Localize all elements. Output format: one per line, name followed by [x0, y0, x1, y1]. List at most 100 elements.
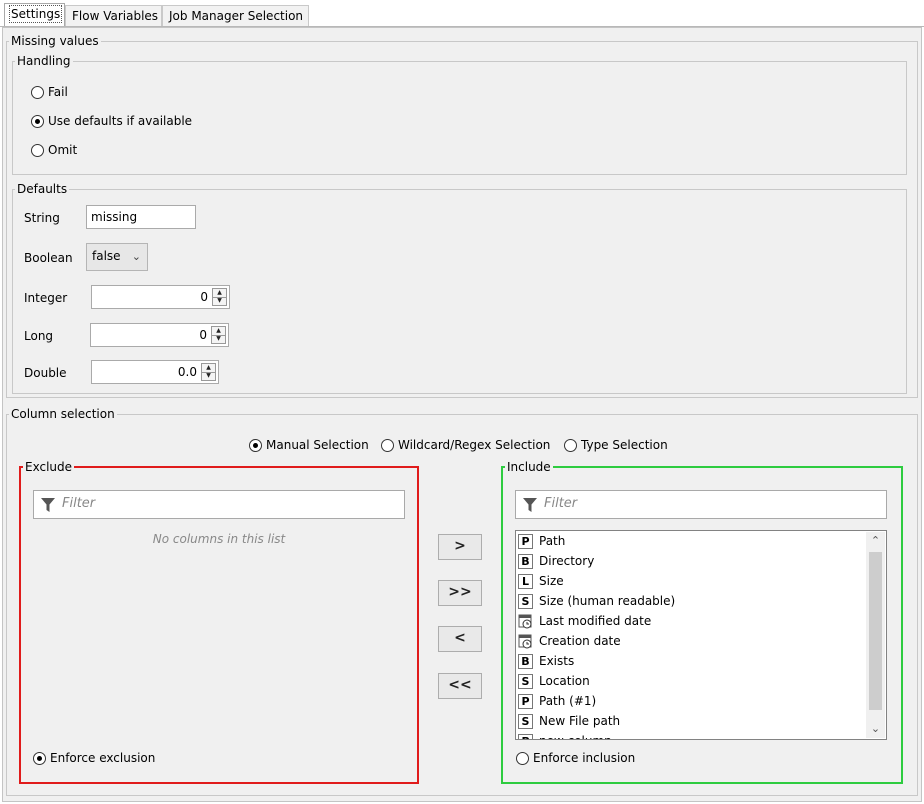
integer-default-spinner[interactable]: 0 ▲ ▼ — [91, 285, 230, 309]
add-all-button-label: >> — [448, 584, 472, 600]
column-name: Size — [539, 574, 564, 588]
integer-default-value: 0 — [200, 290, 208, 304]
list-item[interactable]: S Location — [518, 671, 590, 691]
tab-settings[interactable]: Settings — [4, 3, 65, 28]
add-all-button[interactable]: >> — [438, 580, 482, 606]
include-filter-input[interactable]: Filter — [515, 490, 887, 519]
column-name: Directory — [539, 554, 595, 568]
tab-flow-variables[interactable]: Flow Variables — [65, 5, 162, 27]
handling-omit-label: Omit — [48, 143, 78, 157]
remove-all-button-label: << — [448, 677, 472, 693]
include-list-scrollbar[interactable]: ⌃ ⌄ — [866, 532, 885, 738]
tab-job-manager-selection-label: Job Manager Selection — [169, 9, 304, 23]
column-name: Last modified date — [539, 614, 652, 628]
enforce-exclusion-label: Enforce exclusion — [50, 751, 156, 765]
filter-icon — [523, 498, 537, 512]
list-item[interactable]: Pnew column — [518, 731, 612, 739]
column-type-p-icon: P — [518, 533, 533, 549]
type-selection-radio[interactable]: Type Selection — [564, 438, 668, 452]
type-selection-label: Type Selection — [581, 438, 668, 452]
radio-indicator — [564, 438, 577, 452]
list-item[interactable]: S New File path — [518, 711, 620, 731]
string-default-input[interactable] — [86, 205, 196, 229]
column-type-s-icon: S — [518, 673, 533, 689]
handling-fail-label: Fail — [48, 85, 68, 99]
handling-use-defaults-radio[interactable]: Use defaults if available — [31, 114, 192, 128]
column-name: Location — [539, 674, 590, 688]
column-name: new column — [539, 734, 612, 739]
column-selection-legend: Column selection — [11, 407, 115, 421]
chevron-down-icon: ⌄ — [131, 250, 141, 263]
integer-label: Integer — [24, 291, 68, 305]
wildcard-regex-selection-label: Wildcard/Regex Selection — [398, 438, 551, 452]
list-item[interactable]: P Path (#1) — [518, 691, 596, 711]
manual-selection-radio[interactable]: Manual Selection — [249, 438, 369, 452]
radio-indicator — [381, 438, 394, 452]
enforce-inclusion-label: Enforce inclusion — [533, 751, 636, 765]
column-type-b-icon: B — [518, 553, 533, 569]
list-item[interactable]: B Exists — [518, 651, 574, 671]
remove-button-label: < — [454, 630, 466, 646]
radio-indicator — [33, 751, 46, 765]
long-label: Long — [24, 329, 54, 343]
manual-selection-label: Manual Selection — [266, 438, 369, 452]
spinner-down-icon[interactable]: ▼ — [213, 297, 226, 305]
scrollbar-thumb[interactable] — [869, 552, 882, 710]
list-item[interactable]: S Size (human readable) — [518, 591, 675, 611]
exclude-legend: Exclude — [25, 460, 73, 474]
column-type-p-icon: P — [518, 733, 533, 739]
exclude-filter-placeholder: Filter — [62, 496, 96, 511]
list-item[interactable]: Last modified date — [518, 611, 651, 631]
missing-values-legend: Missing values — [11, 34, 99, 48]
calendar-clock-icon — [518, 614, 533, 629]
column-type-p-icon: P — [518, 693, 533, 709]
boolean-default-select[interactable]: false ⌄ — [86, 243, 148, 271]
exclude-empty-message: No columns in this list — [152, 532, 286, 546]
include-column-list[interactable]: P Path B Directory L Size S Size (human readabl… — [515, 530, 887, 740]
double-default-value: 0.0 — [177, 365, 197, 379]
handling-legend: Handling — [17, 54, 71, 68]
scroll-up-icon[interactable]: ⌃ — [866, 532, 885, 550]
remove-all-button[interactable]: << — [438, 673, 482, 699]
column-name: Size (human readable) — [539, 594, 676, 608]
enforce-exclusion-radio[interactable]: Enforce exclusion — [33, 751, 155, 765]
column-name: Exists — [539, 654, 575, 668]
long-default-spinner[interactable]: 0 ▲ ▼ — [90, 323, 229, 347]
list-item[interactable]: Creation date — [518, 631, 621, 651]
handling-omit-radio[interactable]: Omit — [31, 143, 77, 157]
handling-use-defaults-label: Use defaults if available — [48, 114, 193, 128]
spinner-down-icon[interactable]: ▼ — [202, 372, 215, 380]
defaults-legend: Defaults — [17, 182, 68, 196]
column-type-l-icon: L — [518, 573, 533, 589]
add-button[interactable]: > — [438, 534, 482, 560]
exclude-filter-input[interactable]: Filter — [33, 490, 405, 519]
double-default-spinner[interactable]: 0.0 ▲ ▼ — [91, 360, 219, 384]
radio-indicator — [249, 438, 262, 452]
list-item[interactable]: P Path — [518, 531, 565, 551]
tab-job-manager-selection[interactable]: Job Manager Selection — [162, 5, 309, 27]
spinner-arrows[interactable]: ▲ ▼ — [201, 363, 216, 381]
list-item[interactable]: L Size — [518, 571, 564, 591]
enforce-inclusion-radio[interactable]: Enforce inclusion — [516, 751, 635, 765]
radio-indicator — [516, 751, 529, 765]
boolean-label: Boolean — [24, 251, 73, 265]
spinner-arrows[interactable]: ▲ ▼ — [212, 288, 227, 306]
wildcard-regex-selection-radio[interactable]: Wildcard/Regex Selection — [381, 438, 550, 452]
spinner-arrows[interactable]: ▲ ▼ — [211, 326, 226, 344]
radio-indicator — [31, 85, 44, 99]
list-item[interactable]: B Directory — [518, 551, 594, 571]
handling-fail-radio[interactable]: Fail — [31, 85, 68, 99]
scroll-down-icon[interactable]: ⌄ — [866, 720, 885, 738]
long-default-value: 0 — [199, 328, 207, 342]
remove-button[interactable]: < — [438, 626, 482, 652]
include-legend: Include — [507, 460, 551, 474]
string-label: String — [24, 211, 60, 225]
boolean-default-value: false — [92, 249, 121, 263]
filter-icon — [41, 498, 55, 512]
column-name: Path — [539, 534, 566, 548]
spinner-down-icon[interactable]: ▼ — [212, 335, 225, 343]
column-type-s-icon: S — [518, 713, 533, 729]
calendar-clock-icon — [518, 634, 533, 649]
radio-indicator — [31, 114, 44, 128]
tab-flow-variables-label: Flow Variables — [72, 9, 159, 23]
